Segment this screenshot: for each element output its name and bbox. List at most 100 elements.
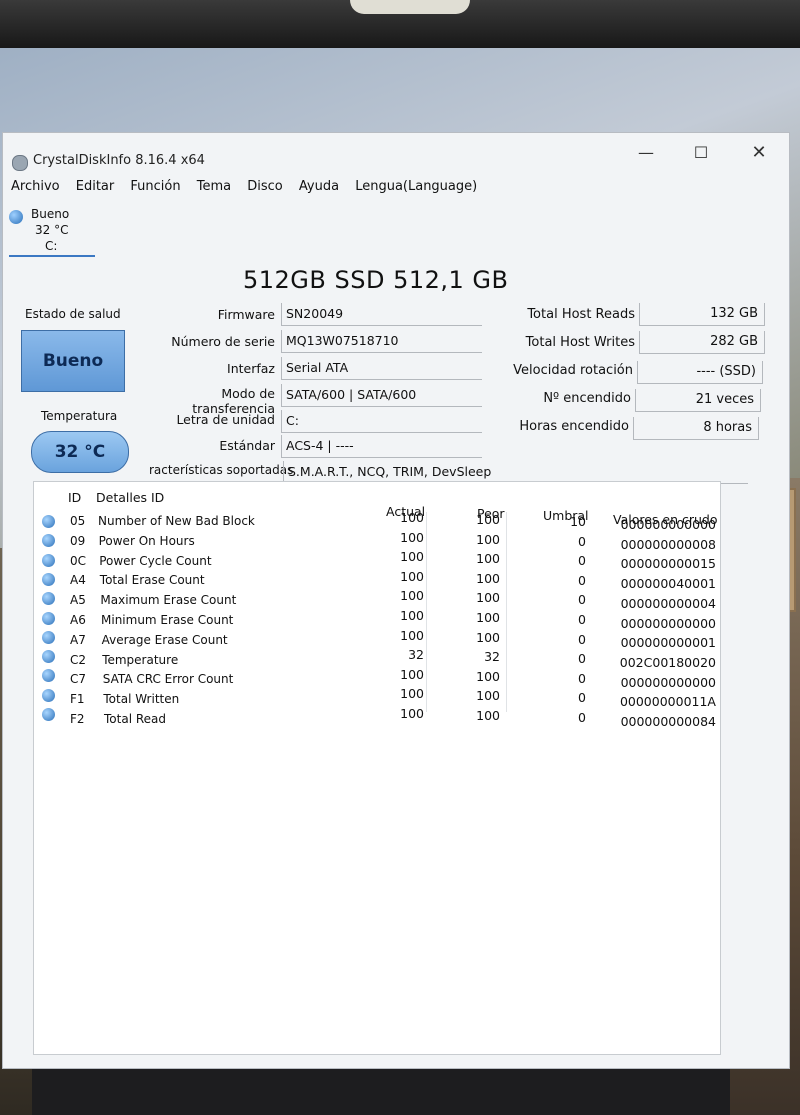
attribute-id: C7 [70,672,87,687]
attribute-name: Average Erase Count [101,632,228,647]
attribute-worst: 100 [476,708,500,723]
host-reads-value: 132 GB [639,303,765,326]
attribute-threshold: 10 [570,514,586,529]
attribute-id: A7 [70,632,86,647]
attribute-current: 100 [400,608,424,623]
table-row[interactable]: C7 SATA CRC Error Count 100 100 0 00000000000… [34,666,720,690]
attribute-current: 100 [400,686,424,702]
menu-funcion[interactable]: Función [130,179,180,194]
attribute-name: Maximum Erase Count [100,593,237,608]
table-row[interactable]: 05 Number of New Bad Block 100 100 10 0000000… [34,510,720,532]
attribute-worst: 100 [476,570,500,586]
attribute-current: 100 [400,666,424,682]
maximize-button[interactable]: ☐ [678,139,724,167]
standard-label: Estándar [219,438,275,453]
attribute-id: 0C [70,553,87,568]
table-row[interactable]: A7 Average Erase Count 100 100 0 000000000001 [34,627,720,650]
attribute-worst: 100 [476,629,500,645]
attribute-id: F2 [70,712,85,726]
temperature-button[interactable]: 32 °C [31,431,129,473]
table-row[interactable]: 0C Power Cycle Count 100 100 0 000000000015 [34,549,720,571]
app-icon [12,155,28,171]
attribute-name: Temperature [102,652,179,667]
serial-label: Número de serie [171,334,275,349]
attribute-current: 100 [400,549,424,565]
attribute-id: 05 [70,514,86,528]
menu-bar: Archivo Editar Función Tema Disco Ayuda … [11,179,489,194]
transfer-mode-value: SATA/600 | SATA/600 [281,384,482,407]
power-on-count-label: Nº encendido [543,391,631,406]
menu-ayuda[interactable]: Ayuda [299,179,339,194]
disk-title: 512GB SSD 512,1 GB [243,266,509,294]
rotation-speed-label: Velocidad rotación [513,363,633,378]
interface-label: Interfaz [227,361,275,376]
attribute-threshold: 0 [578,572,586,588]
header-name[interactable]: Detalles ID [96,490,164,505]
menu-archivo[interactable]: Archivo [11,179,60,194]
attribute-current: 100 [400,627,424,643]
status-dot-icon [42,688,55,702]
table-row[interactable]: C2 Temperature 32 32 0 002C00180020 [34,647,720,670]
attribute-id: C2 [70,652,87,667]
window-title: CrystalDiskInfo 8.16.4 x64 [33,153,205,168]
features-label: racterísticas soportadas [149,463,294,477]
attribute-current: 100 [400,529,424,545]
interface-value: Serial ATA [281,357,482,380]
power-on-hours-value: 8 horas [633,417,759,440]
menu-tema[interactable]: Tema [197,179,231,194]
drive-letter-label: Letra de unidad [176,412,275,427]
power-on-hours-label: Horas encendido [519,419,629,434]
drive-status-icon [9,210,23,224]
health-label: Estado de salud [25,307,121,321]
minimize-button[interactable]: — [623,139,669,167]
table-row[interactable]: A6 Minimum Erase Count 100 100 0 000000000000 [34,608,720,631]
power-on-count-value: 21 veces [635,389,761,412]
attribute-threshold: 0 [578,710,586,725]
status-dot-icon [42,650,55,664]
close-button[interactable]: ✕ [736,139,782,167]
drive-status: Bueno [31,207,70,221]
attribute-worst: 100 [476,610,500,625]
attribute-raw: 000000000000 [620,517,716,532]
attribute-name: Number of New Bad Block [98,514,255,528]
title-bar[interactable]: CrystalDiskInfo 8.16.4 x64 — ☐ ✕ [3,133,789,173]
attribute-name: Total Erase Count [99,573,205,588]
attribute-threshold: 0 [578,612,586,627]
attribute-raw: 000000000008 [620,536,716,552]
ceiling-light-reflection [350,0,470,14]
table-row[interactable]: A5 Maximum Erase Count 100 100 0 000000000004 [34,588,720,611]
menu-lengua[interactable]: Lengua(Language) [355,179,477,194]
smart-attributes-table[interactable]: ID Detalles ID Actual Peor Umbral Valore… [33,481,721,1055]
health-status-button[interactable]: Bueno [21,330,125,392]
table-row[interactable]: F2 Total Read 100 100 0 000000000084 [34,705,720,729]
drive-temp: 32 °C [35,223,69,237]
attribute-worst: 100 [476,531,500,547]
attribute-threshold: 0 [578,553,586,569]
drive-tab[interactable]: Bueno 32 °C C: [9,205,95,257]
menu-editar[interactable]: Editar [76,179,115,194]
table-row[interactable]: 09 Power On Hours 100 100 0 000000000008 [34,529,720,552]
attribute-worst: 100 [476,512,500,527]
host-writes-value: 282 GB [639,331,765,354]
table-row[interactable]: A4 Total Erase Count 100 100 0 000000040001 [34,569,720,591]
firmware-label: Firmware [217,307,275,322]
serial-value: MQ13W07518710 [281,330,482,353]
attribute-name: Power Cycle Count [99,553,212,568]
attribute-threshold: 0 [578,690,586,706]
attribute-name: Power On Hours [98,533,195,548]
status-dot-icon [42,708,55,721]
drive-letter-value: C: [281,410,482,433]
temperature-label: Temperatura [41,409,118,423]
crystaldiskinfo-window: CrystalDiskInfo 8.16.4 x64 — ☐ ✕ Archivo… [2,132,790,1069]
status-dot-icon [42,592,55,606]
firmware-value: SN20049 [281,303,482,326]
header-id[interactable]: ID [68,490,81,505]
table-row[interactable]: F1 Total Written 100 100 0 00000000011A [34,686,720,709]
host-writes-label: Total Host Writes [525,335,635,350]
host-reads-label: Total Host Reads [527,307,635,322]
attribute-current: 32 [408,647,424,663]
menu-disco[interactable]: Disco [247,179,283,194]
attribute-threshold: 0 [578,533,586,549]
attribute-name: Minimum Erase Count [101,613,234,627]
attribute-threshold: 0 [578,670,586,686]
